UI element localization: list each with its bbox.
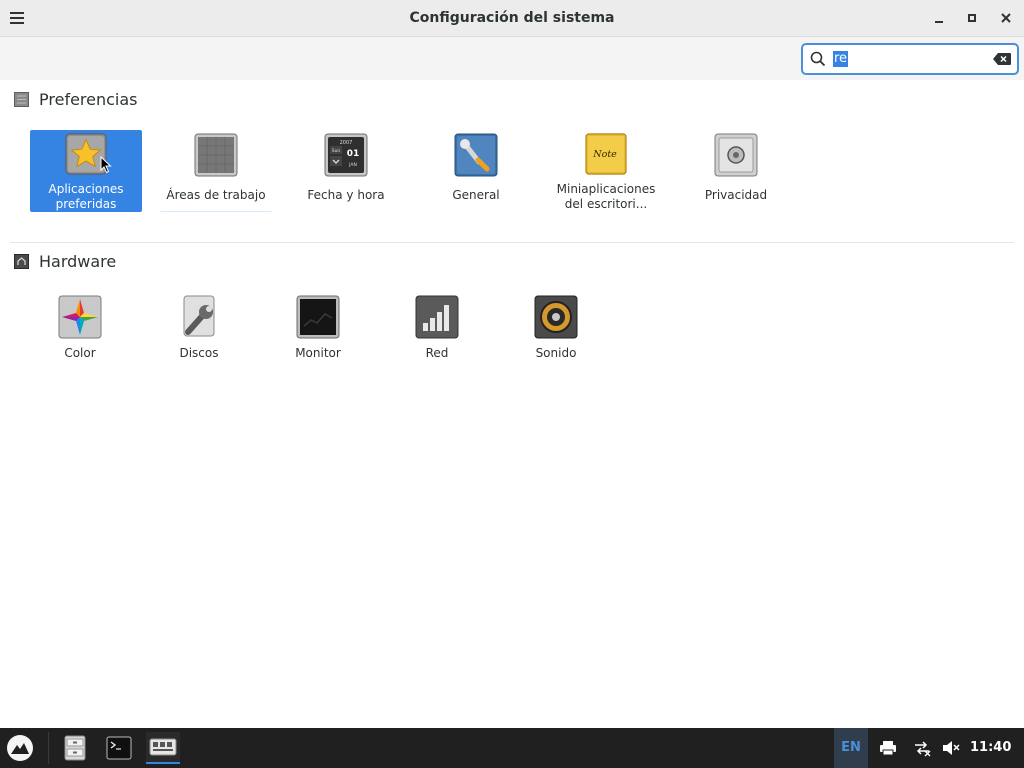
search-field[interactable]: re xyxy=(801,43,1019,75)
clear-search-icon[interactable] xyxy=(993,53,1011,65)
taskbar-file-manager[interactable] xyxy=(58,732,92,764)
item-label: Discos xyxy=(179,346,219,360)
calendar-day-name: Sun xyxy=(332,148,341,154)
monitor-icon xyxy=(296,295,340,339)
hardware-section-header: Hardware xyxy=(14,252,116,271)
minimize-icon xyxy=(935,21,943,23)
preferences-section-icon xyxy=(14,92,29,107)
network-disconnected-icon[interactable] xyxy=(913,739,931,757)
maximize-button[interactable] xyxy=(961,8,983,28)
taskbar: EN 11:40 xyxy=(0,728,1024,768)
item-miniaplicaciones[interactable]: Note Miniaplicaciones del escritori... xyxy=(550,130,662,212)
calendar-year: 2007 xyxy=(340,140,353,146)
minimize-button[interactable] xyxy=(928,8,950,28)
item-label: Privacidad xyxy=(704,188,768,202)
hardware-section-icon xyxy=(14,254,29,269)
item-label: Monitor xyxy=(295,346,341,360)
item-privacidad[interactable]: Privacidad xyxy=(680,130,792,212)
close-button[interactable] xyxy=(995,8,1017,28)
calendar-month: JAN xyxy=(348,162,357,168)
search-bar: re xyxy=(0,37,1024,80)
disk-wrench-icon xyxy=(183,295,215,337)
network-signal-icon xyxy=(415,295,459,339)
taskbar-separator xyxy=(48,732,49,764)
item-label: Sonido xyxy=(535,346,577,360)
item-aplicaciones-preferidas[interactable]: Aplicaciones preferidas xyxy=(30,130,142,212)
safe-icon xyxy=(714,133,758,177)
item-sonido[interactable]: Sonido xyxy=(506,294,606,364)
item-monitor[interactable]: Monitor xyxy=(268,294,368,364)
terminal-icon xyxy=(106,736,132,760)
item-general[interactable]: General xyxy=(420,130,532,212)
taskbar-system-settings[interactable] xyxy=(146,732,180,764)
item-color[interactable]: Color xyxy=(30,294,130,364)
note-icon: Note xyxy=(585,133,627,175)
item-red[interactable]: Red xyxy=(387,294,487,364)
color-wheel-icon xyxy=(58,295,102,339)
title-bar: Configuración del sistema xyxy=(0,0,1024,37)
hardware-section-title: Hardware xyxy=(39,252,117,271)
start-menu-icon[interactable] xyxy=(6,734,34,762)
item-label: Color xyxy=(64,346,96,360)
item-fecha-y-hora[interactable]: 2007 Sun 01 JAN Fecha y hora xyxy=(290,130,402,212)
file-cabinet-icon xyxy=(64,735,86,761)
note-text: Note xyxy=(592,149,617,160)
maximize-icon xyxy=(968,14,976,22)
section-divider xyxy=(10,242,1014,243)
settings-panel-icon xyxy=(149,738,177,756)
printer-icon[interactable] xyxy=(879,739,897,757)
item-label: Fecha y hora xyxy=(307,188,385,202)
close-icon xyxy=(1001,13,1011,23)
volume-muted-icon[interactable] xyxy=(942,739,960,757)
wrench-screwdriver-icon xyxy=(454,133,498,177)
preferences-section-header: Preferencias xyxy=(14,90,138,109)
speaker-icon xyxy=(534,295,578,339)
calendar-icon: 2007 Sun 01 JAN xyxy=(324,133,368,177)
mouse-pointer-icon xyxy=(100,156,112,174)
item-label: Miniaplicaciones del escritori... xyxy=(556,182,656,211)
calendar-day: 01 xyxy=(347,149,360,159)
item-label: Aplicaciones preferidas xyxy=(48,182,124,211)
item-label: General xyxy=(452,188,500,202)
preferences-section-title: Preferencias xyxy=(39,90,138,109)
item-label: Áreas de trabajo xyxy=(166,188,266,202)
taskbar-terminal[interactable] xyxy=(102,732,136,764)
item-areas-de-trabajo[interactable]: Áreas de trabajo xyxy=(160,130,272,212)
search-input[interactable]: re xyxy=(833,51,849,67)
search-icon xyxy=(810,51,826,67)
window-title: Configuración del sistema xyxy=(409,10,615,26)
workspaces-icon xyxy=(194,133,238,177)
clock[interactable]: 11:40 xyxy=(970,740,1011,755)
item-label: Red xyxy=(425,346,449,360)
item-discos[interactable]: Discos xyxy=(149,294,249,364)
keyboard-language-indicator[interactable]: EN xyxy=(834,740,868,755)
